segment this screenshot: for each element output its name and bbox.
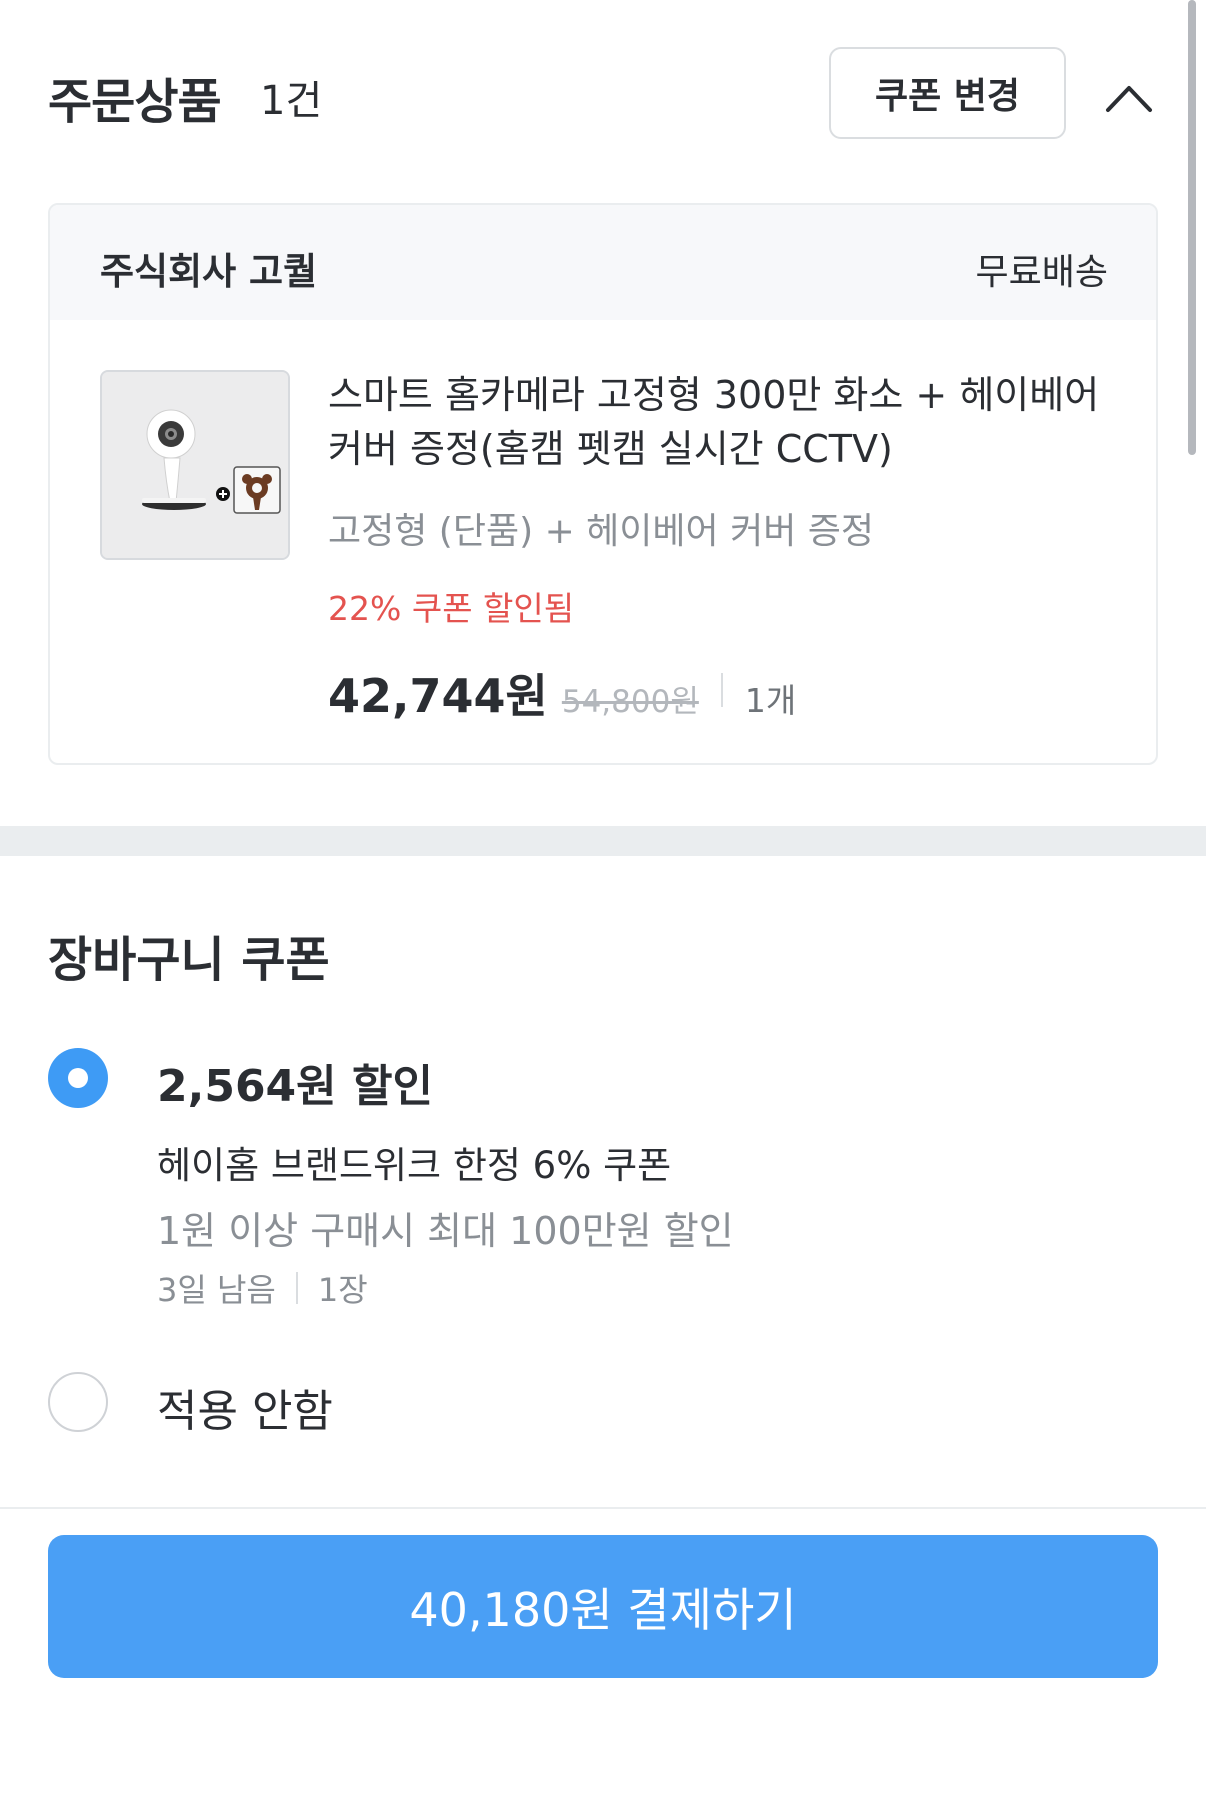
no-coupon-label[interactable]: 적용 안함 (157, 1375, 333, 1439)
seller-header: 주식회사 고퀄 무료배송 (50, 205, 1156, 320)
smart-camera-product-image (102, 372, 288, 558)
no-coupon-radio[interactable] (48, 1372, 108, 1432)
coupon-remaining-days: 3일 남음 (157, 1271, 276, 1309)
pay-button[interactable]: 40,180원 결제하기 (48, 1535, 1158, 1678)
coupon-condition: 1원 이상 구매시 최대 100만원 할인 (157, 1209, 734, 1253)
coupon-name: 헤이홈 브랜드위크 한정 6% 쿠폰 (157, 1144, 672, 1187)
quantity: 1개 (744, 681, 797, 720)
change-coupon-button[interactable]: 쿠폰 변경 (829, 47, 1066, 139)
product-thumbnail[interactable] (100, 370, 290, 560)
order-item-card: 주식회사 고퀄 무료배송 스마트 홈카메라 고정형 300만 화소 + 헤이베어… (48, 203, 1158, 765)
order-products-header: 주문상품 1건 쿠폰 변경 (0, 0, 1206, 190)
cart-coupon-title: 장바구니 쿠폰 (48, 932, 330, 988)
footer-divider (0, 1507, 1206, 1509)
section-divider-band (0, 826, 1206, 856)
price-row: 42,744원 54,800원 1개 (328, 660, 797, 723)
coupon-discount-amount[interactable]: 2,564원 할인 (157, 1050, 433, 1114)
shipping-label: 무료배송 (975, 252, 1108, 293)
seller-name: 주식회사 고퀄 (100, 250, 318, 293)
coupon-count: 1장 (317, 1271, 368, 1309)
divider (720, 673, 723, 707)
original-price: 54,800원 (561, 684, 699, 720)
divider (295, 1272, 298, 1304)
product-option: 고정형 (단품) + 헤이베어 커버 증정 (328, 511, 875, 552)
product-name[interactable]: 스마트 홈카메라 고정형 300만 화소 + 헤이베어 커버 증정(홈캠 펫캠 … (328, 368, 1128, 476)
sale-price: 42,744원 (328, 669, 548, 723)
coupon-discount-note: 22% 쿠폰 할인됨 (328, 589, 575, 628)
coupon-radio-selected[interactable] (48, 1048, 108, 1108)
order-products-count: 1건 (260, 78, 323, 124)
coupon-meta: 3일 남음 1장 (157, 1266, 368, 1310)
order-products-title: 주문상품 (48, 74, 222, 130)
chevron-up-icon[interactable] (1104, 78, 1154, 118)
